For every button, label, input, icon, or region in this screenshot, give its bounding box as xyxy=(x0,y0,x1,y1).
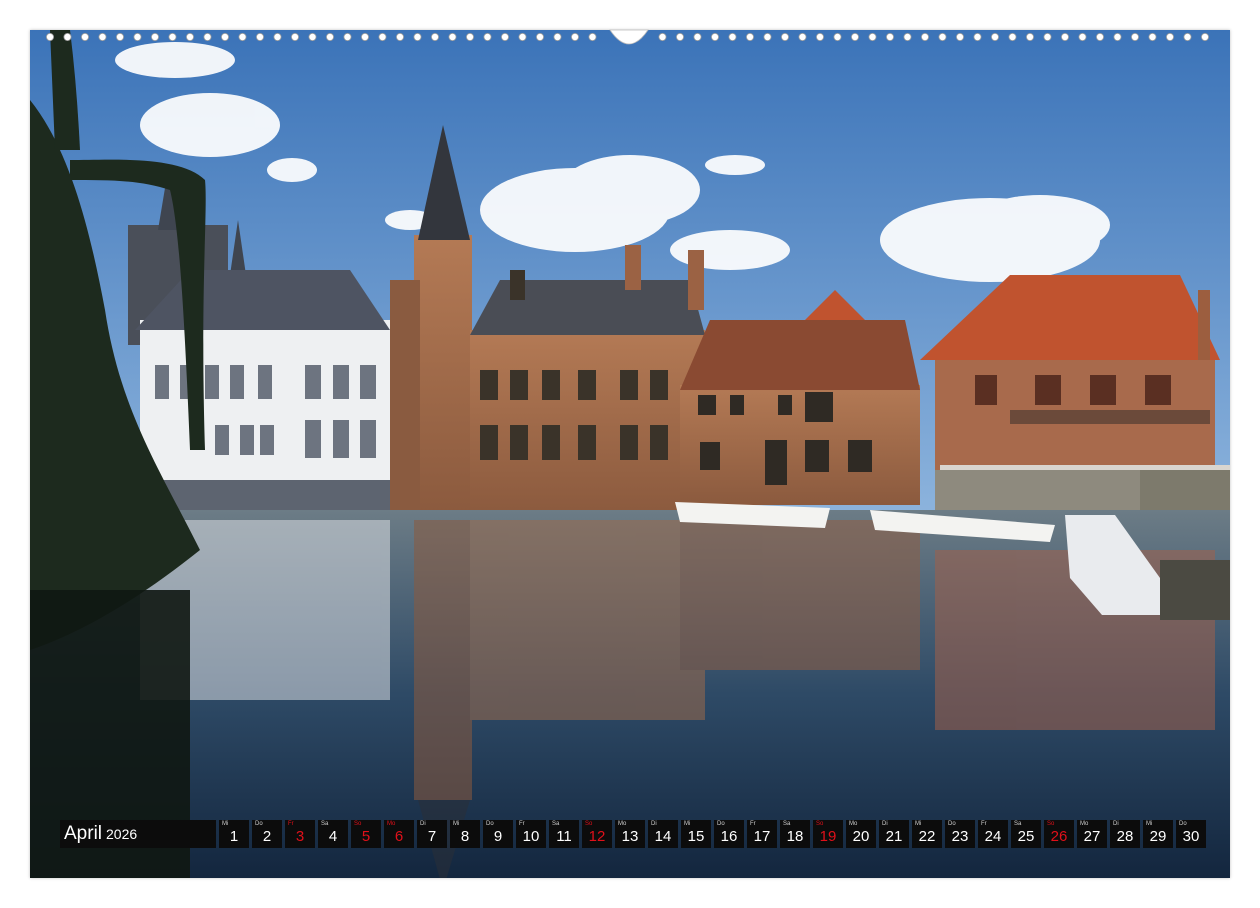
day-abbr: Do xyxy=(948,821,956,827)
day-number: 17 xyxy=(753,828,771,845)
day-number: 20 xyxy=(852,828,870,845)
day-number: 28 xyxy=(1116,828,1134,845)
day-abbr: Sa xyxy=(783,821,791,827)
day-abbr: Di xyxy=(651,821,657,827)
day-number: 4 xyxy=(328,828,338,845)
day-abbr: Mi xyxy=(1146,821,1153,827)
day-abbr: Di xyxy=(882,821,888,827)
day-abbr: Sa xyxy=(552,821,560,827)
day-number: 10 xyxy=(522,828,540,845)
day-abbr: Fr xyxy=(981,821,987,827)
day-abbr: Mo xyxy=(387,821,396,827)
day-number: 21 xyxy=(885,828,903,845)
day-number: 22 xyxy=(918,828,936,845)
day-abbr: Do xyxy=(255,821,263,827)
day-abbr: Sa xyxy=(1014,821,1022,827)
day-cell: Di 28 xyxy=(1110,820,1140,848)
day-cell: Di 21 xyxy=(879,820,909,848)
day-cell: So 12 xyxy=(582,820,612,848)
day-cell: Do 23 xyxy=(945,820,975,848)
day-abbr: Di xyxy=(420,821,426,827)
day-number: 3 xyxy=(295,828,305,845)
day-cell: Sa 11 xyxy=(549,820,579,848)
days-row: Mi 1 Do 2 Fr 3 Sa 4 So 5 Mo 6 Di 7 Mi 8 Do 9 Fr 10 Sa 11 So 12 M… xyxy=(219,820,1209,850)
day-abbr: Mo xyxy=(849,821,858,827)
day-cell: So 26 xyxy=(1044,820,1074,848)
day-cell: Mi 15 xyxy=(681,820,711,848)
canal-photo xyxy=(30,30,1230,878)
day-number: 24 xyxy=(984,828,1002,845)
day-cell: Fr 17 xyxy=(747,820,777,848)
day-abbr: So xyxy=(585,821,593,827)
day-number: 15 xyxy=(687,828,705,845)
day-number: 30 xyxy=(1182,828,1200,845)
month-year: 2026 xyxy=(106,826,138,842)
day-number: 1 xyxy=(229,828,239,845)
day-number: 25 xyxy=(1017,828,1035,845)
day-number: 5 xyxy=(361,828,371,845)
day-cell: Mi 8 xyxy=(450,820,480,848)
day-cell: Do 16 xyxy=(714,820,744,848)
day-cell: Do 9 xyxy=(483,820,513,848)
day-number: 7 xyxy=(427,828,437,845)
day-cell: Mo 20 xyxy=(846,820,876,848)
day-number: 16 xyxy=(720,828,738,845)
day-cell: Mo 6 xyxy=(384,820,414,848)
day-cell: Di 14 xyxy=(648,820,678,848)
day-abbr: Do xyxy=(1179,821,1187,827)
day-number: 29 xyxy=(1149,828,1167,845)
day-cell: Mi 1 xyxy=(219,820,249,848)
day-abbr: Fr xyxy=(750,821,756,827)
day-number: 23 xyxy=(951,828,969,845)
day-abbr: Mi xyxy=(915,821,922,827)
calendar-page xyxy=(30,30,1230,878)
day-number: 27 xyxy=(1083,828,1101,845)
day-cell: Fr 24 xyxy=(978,820,1008,848)
day-number: 26 xyxy=(1050,828,1068,845)
day-cell: So 19 xyxy=(813,820,843,848)
day-cell: Sa 4 xyxy=(318,820,348,848)
day-cell: Di 7 xyxy=(417,820,447,848)
day-abbr: Mo xyxy=(618,821,627,827)
day-number: 13 xyxy=(621,828,639,845)
day-cell: Sa 18 xyxy=(780,820,810,848)
day-abbr: Mo xyxy=(1080,821,1089,827)
day-abbr: Mi xyxy=(453,821,460,827)
day-cell: Sa 25 xyxy=(1011,820,1041,848)
day-abbr: Do xyxy=(717,821,725,827)
day-number: 11 xyxy=(556,828,572,845)
day-cell: Do 2 xyxy=(252,820,282,848)
day-cell: Fr 3 xyxy=(285,820,315,848)
day-number: 12 xyxy=(588,828,606,845)
day-number: 6 xyxy=(394,828,404,845)
day-cell: Mo 27 xyxy=(1077,820,1107,848)
day-cell: Mi 22 xyxy=(912,820,942,848)
day-cell: Do 30 xyxy=(1176,820,1206,848)
day-number: 19 xyxy=(819,828,837,845)
day-abbr: So xyxy=(1047,821,1055,827)
day-abbr: Sa xyxy=(321,821,329,827)
day-abbr: So xyxy=(816,821,824,827)
day-number: 8 xyxy=(460,828,470,845)
day-number: 2 xyxy=(262,828,272,845)
day-number: 14 xyxy=(654,828,672,845)
day-cell: So 5 xyxy=(351,820,381,848)
day-number: 9 xyxy=(493,828,503,845)
day-cell: Fr 10 xyxy=(516,820,546,848)
day-abbr: Fr xyxy=(519,821,525,827)
day-abbr: Mi xyxy=(684,821,691,827)
day-abbr: Di xyxy=(1113,821,1119,827)
month-label: April 2026 xyxy=(60,820,216,848)
day-abbr: So xyxy=(354,821,362,827)
day-abbr: Mi xyxy=(222,821,229,827)
month-name: April xyxy=(64,823,103,844)
day-number: 18 xyxy=(786,828,804,845)
calendar-date-bar: April 2026 Mi 1 Do 2 Fr 3 Sa 4 So 5 Mo 6 Di 7 Mi 8 Do 9 Fr… xyxy=(60,820,1209,850)
day-abbr: Do xyxy=(486,821,494,827)
day-cell: Mo 13 xyxy=(615,820,645,848)
day-abbr: Fr xyxy=(288,821,294,827)
day-cell: Mi 29 xyxy=(1143,820,1173,848)
